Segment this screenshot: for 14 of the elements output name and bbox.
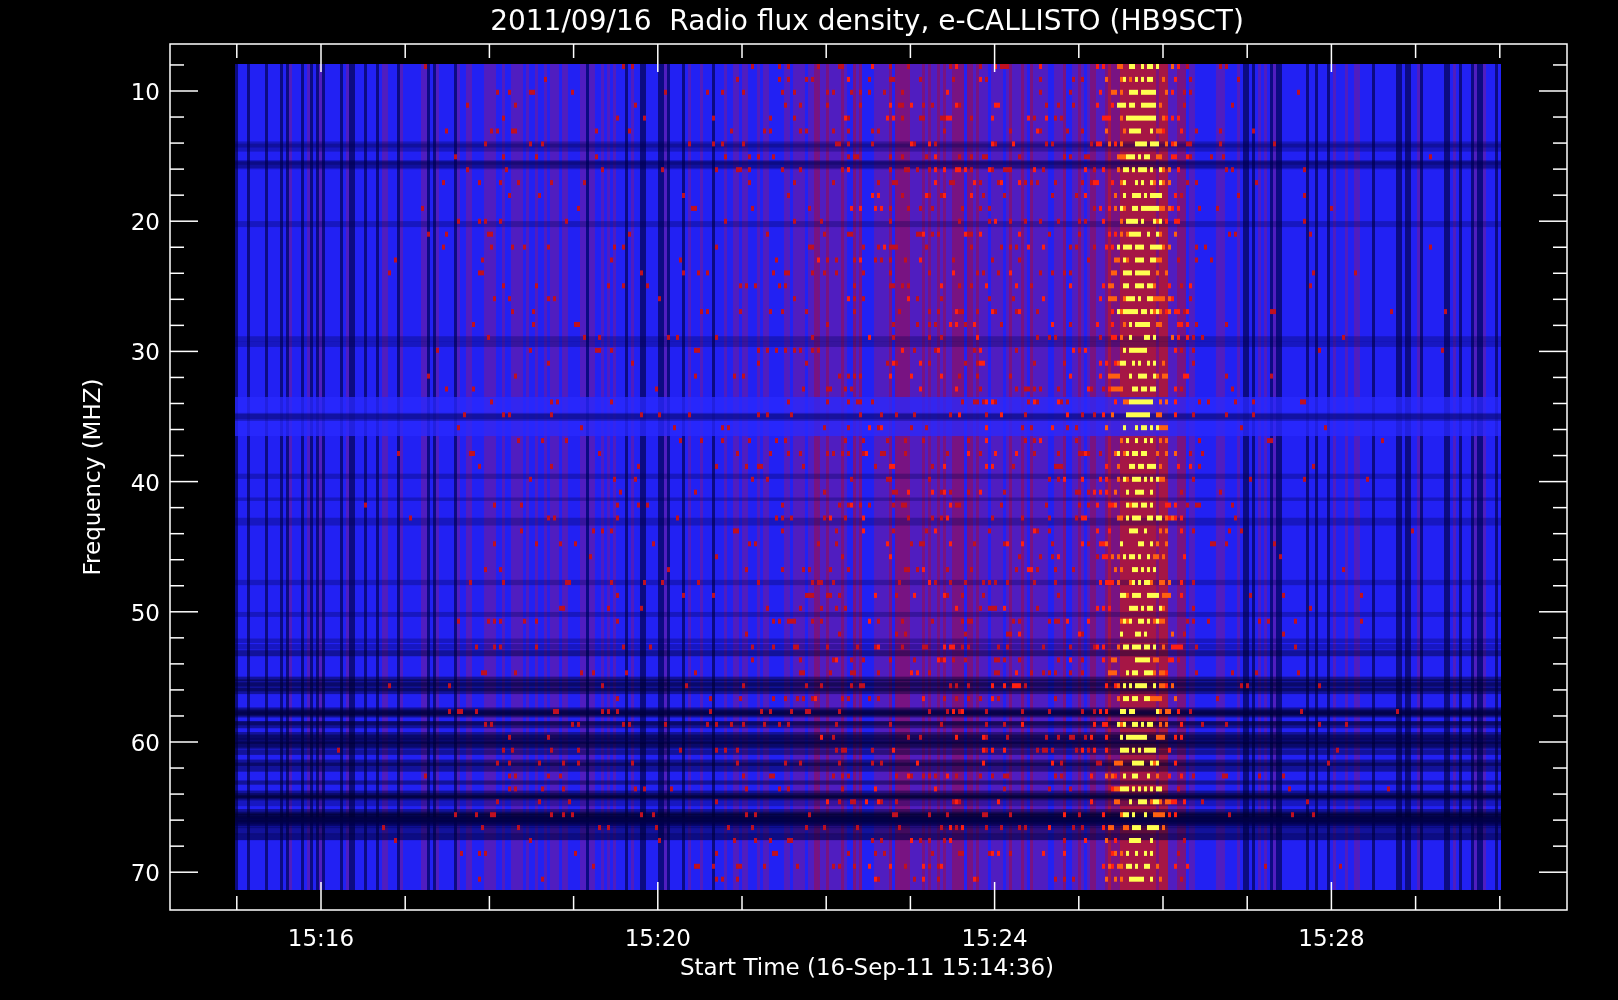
tick-label: 30: [130, 339, 160, 366]
axis-title: Start Time (16-Sep-11 15:14:36): [679, 954, 1055, 980]
tick-label: 10: [130, 79, 160, 105]
tick-label: 50: [130, 599, 160, 626]
tick-label: 60: [130, 730, 160, 756]
tick-label: 15:28: [1298, 925, 1365, 951]
tick-label: 15:24: [961, 925, 1028, 951]
tick-label: 70: [130, 860, 160, 887]
tick-label: 15:16: [287, 925, 355, 951]
tick-label: 40: [130, 469, 160, 496]
tick-label: 20: [130, 209, 160, 236]
chart-title: 2011/09/16 Radio flux density, e-CALLISTO (HB9SCT): [490, 4, 1244, 37]
tick-label: 15:20: [624, 925, 691, 951]
axis-title: Frequency (MHZ): [79, 378, 105, 576]
